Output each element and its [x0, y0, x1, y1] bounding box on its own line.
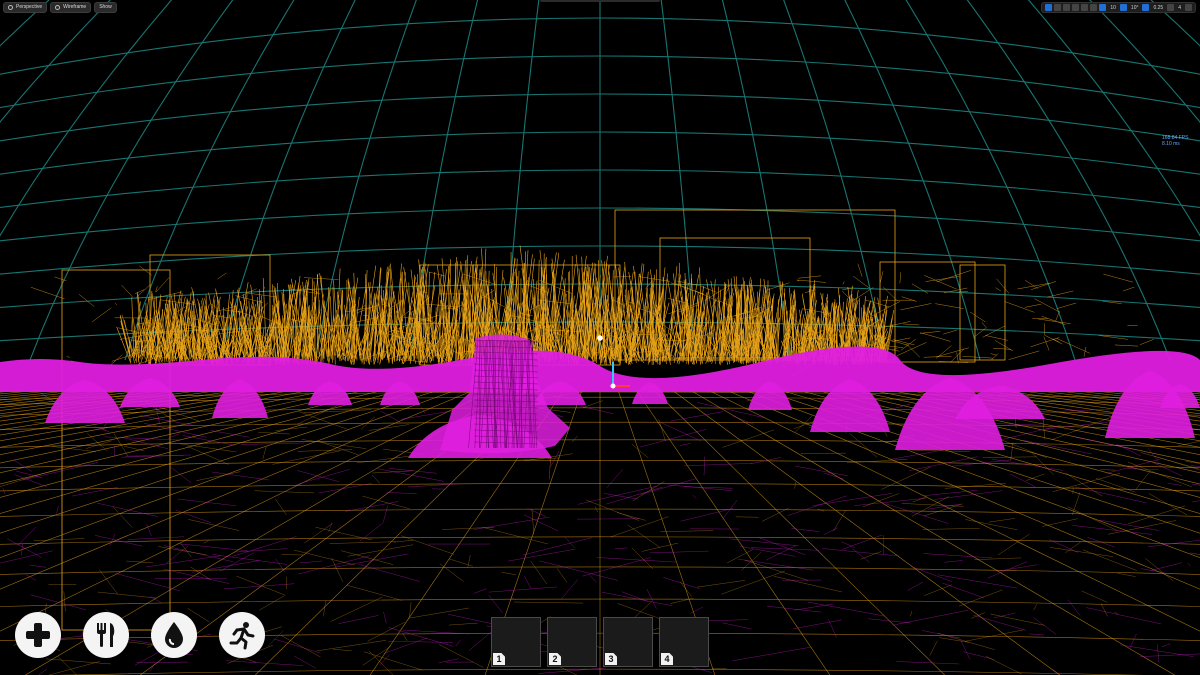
health-button[interactable]	[15, 612, 61, 658]
hotbar-slot-1[interactable]: 1	[491, 617, 541, 667]
light-source-marker[interactable]	[597, 335, 603, 341]
fps-stats: 168.84 FPS 8.10 ms	[1162, 135, 1196, 147]
surface-snap-icon[interactable]	[1090, 4, 1098, 11]
show-button[interactable]: Show	[94, 2, 117, 13]
food-button[interactable]	[83, 612, 129, 658]
perspective-label: Perspective	[16, 4, 43, 10]
top-center-bar	[540, 0, 660, 2]
hotbar-slot-2[interactable]: 2	[547, 617, 597, 667]
view-mode-label: Wireframe	[63, 4, 87, 10]
view-mode-icon	[55, 5, 61, 10]
rotation-snap-value[interactable]: 10°	[1129, 5, 1141, 11]
water-drop-icon	[165, 622, 183, 648]
hotbar-slot-number: 1	[493, 653, 505, 665]
frame-time-readout: 8.10 ms	[1162, 141, 1180, 147]
stamina-run-icon	[229, 622, 255, 650]
transform-tool-strip: 10 10° 0.25 4	[1041, 2, 1196, 13]
rotate-icon[interactable]	[1063, 4, 1071, 11]
world-local-icon[interactable]	[1081, 4, 1089, 11]
rotation-snap-icon[interactable]	[1119, 4, 1127, 11]
grid-snap-icon[interactable]	[1099, 4, 1107, 11]
perspective-button[interactable]: Perspective	[3, 2, 48, 13]
stamina-button[interactable]	[219, 612, 265, 658]
show-label: Show	[99, 4, 112, 10]
hotbar-slot-number: 4	[661, 653, 673, 665]
scale-icon[interactable]	[1072, 4, 1080, 11]
hotbar-slot-4[interactable]: 4	[659, 617, 709, 667]
scale-snap-icon[interactable]	[1142, 4, 1150, 11]
maximize-icon[interactable]	[1185, 4, 1192, 11]
camera-icon	[8, 5, 13, 10]
level-viewport[interactable]	[0, 0, 1200, 675]
camera-speed-value[interactable]: 4	[1176, 5, 1183, 11]
translate-icon[interactable]	[1054, 4, 1062, 11]
camera-speed-icon[interactable]	[1167, 4, 1175, 11]
viewport-toolbar: Perspective Wireframe Show	[3, 2, 117, 13]
water-button[interactable]	[151, 612, 197, 658]
hotbar-slot-number: 3	[605, 653, 617, 665]
food-utensils-icon	[97, 623, 115, 647]
hotbar-slot-number: 2	[549, 653, 561, 665]
scale-snap-value[interactable]: 0.25	[1151, 5, 1165, 11]
grid-snap-value[interactable]: 10	[1108, 5, 1118, 11]
view-mode-button[interactable]: Wireframe	[50, 2, 92, 13]
wireframe-scene	[0, 0, 1200, 675]
select-icon[interactable]	[1045, 4, 1053, 11]
hotbar-slot-3[interactable]: 3	[603, 617, 653, 667]
health-plus-icon	[26, 623, 50, 647]
